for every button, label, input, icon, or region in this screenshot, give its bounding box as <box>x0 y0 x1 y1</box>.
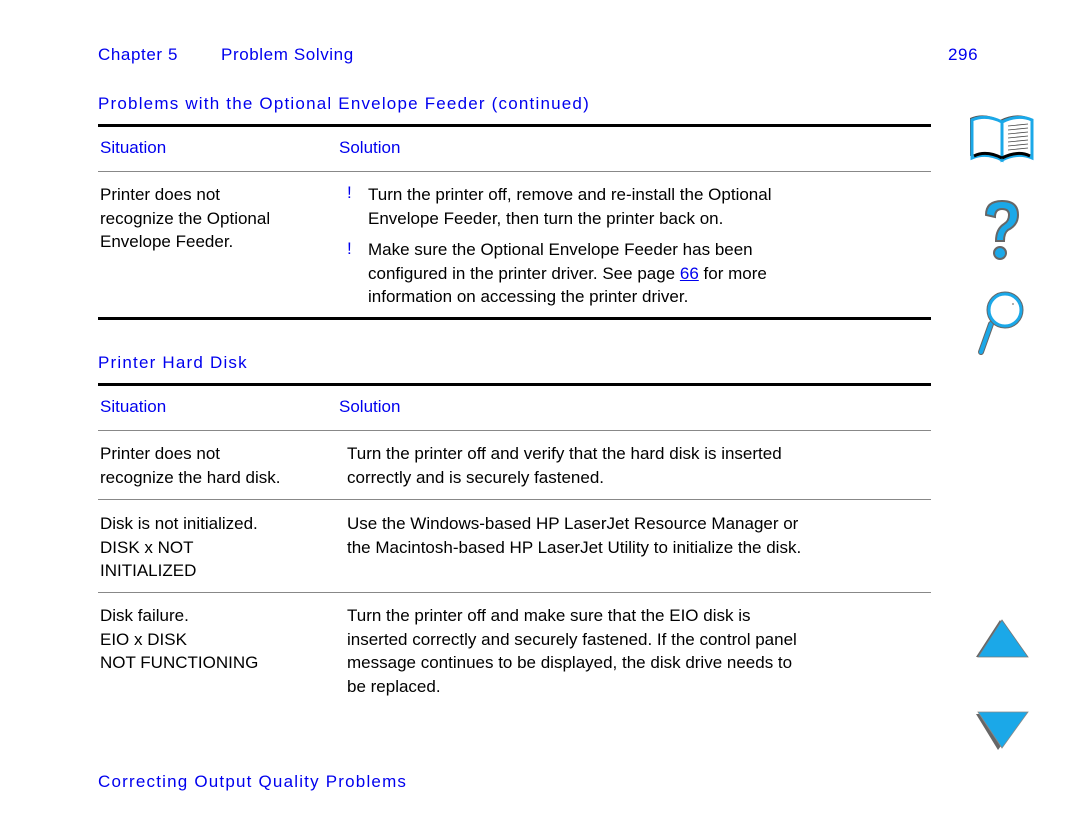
table-top-rule <box>98 124 931 127</box>
solution-cell: Turn the printer off and verify that the… <box>347 442 782 489</box>
situation-line: Printer does not <box>100 444 221 463</box>
chapter-label: Chapter 5 <box>98 45 179 64</box>
solution-line: configured in the printer driver. See pa… <box>368 262 767 286</box>
bullet-marker: ! <box>347 183 352 202</box>
situation-line: NOT FUNCTIONING <box>100 653 259 672</box>
next-page-arrow-icon[interactable] <box>974 710 1030 757</box>
page-66-link[interactable]: 66 <box>680 264 699 283</box>
solution-line: information on accessing the printer dri… <box>368 287 689 306</box>
next-section-link[interactable]: Correcting Output Quality Problems <box>98 772 407 792</box>
solution-text: configured in the printer driver. See pa… <box>368 263 680 283</box>
solution-text: for more <box>698 263 767 283</box>
column-header-solution: Solution <box>339 138 401 157</box>
table-top-rule <box>98 383 931 386</box>
solution-line: the Macintosh-based HP LaserJet Utility … <box>347 537 802 557</box>
column-header-solution: Solution <box>339 397 401 416</box>
page-number: 296 <box>948 45 979 64</box>
solution-line: Use the Windows-based HP LaserJet Resour… <box>347 514 799 533</box>
section-title-envelope-feeder: Problems with the Optional Envelope Feed… <box>98 94 590 113</box>
situation-line: Printer does not <box>100 185 221 204</box>
solution-line: correctly and is securely fastened. <box>347 467 605 487</box>
situation-line: Disk failure. <box>100 606 189 625</box>
chapter-title: Problem Solving <box>221 45 354 64</box>
help-question-icon[interactable] <box>978 197 1026 270</box>
book-icon[interactable] <box>966 112 1038 171</box>
solution-bullet: Turn the printer off, remove and re-inst… <box>368 183 771 230</box>
solution-cell: Turn the printer off and make sure that … <box>347 604 797 698</box>
situation-line: INITIALIZED <box>100 561 197 580</box>
situation-line: DISK x NOT <box>100 537 194 557</box>
situation-cell: Disk is not initialized. DISK x NOT INIT… <box>100 512 258 583</box>
column-header-situation: Situation <box>100 138 167 157</box>
solution-line: message continues to be displayed, the d… <box>347 653 793 672</box>
situation-line: recognize the Optional <box>100 208 271 228</box>
situation-cell: Printer does not recognize the hard disk… <box>100 442 281 489</box>
solution-bullet: Make sure the Optional Envelope Feeder h… <box>368 238 767 309</box>
section-title-printer-hard-disk: Printer Hard Disk <box>98 353 248 372</box>
situation-line: recognize the hard disk. <box>100 467 281 487</box>
bullet-marker: ! <box>347 239 352 258</box>
previous-page-arrow-icon[interactable] <box>974 618 1030 665</box>
row-divider <box>98 592 931 593</box>
solution-line: Turn the printer off and verify that the… <box>347 444 782 463</box>
row-divider <box>98 499 931 500</box>
solution-line: Make sure the Optional Envelope Feeder h… <box>368 240 753 259</box>
solution-line: Envelope Feeder, then turn the printer b… <box>368 208 724 228</box>
situation-line: Envelope Feeder. <box>100 232 234 251</box>
situation-cell: Disk failure. EIO x DISK NOT FUNCTIONING <box>100 604 258 675</box>
solution-line: Turn the printer off, remove and re-inst… <box>368 185 772 204</box>
solution-line: be replaced. <box>347 676 441 696</box>
column-header-situation: Situation <box>100 397 167 416</box>
situation-line: Disk is not initialized. <box>100 514 258 533</box>
situation-line: EIO x DISK <box>100 629 187 649</box>
solution-line: Turn the printer off and make sure that … <box>347 606 751 625</box>
table-bottom-rule <box>98 317 931 320</box>
situation-cell: Printer does not recognize the Optional … <box>100 183 270 254</box>
header-divider <box>98 171 931 172</box>
header-divider <box>98 430 931 431</box>
solution-line: inserted correctly and securely fastened… <box>347 629 797 649</box>
solution-cell: Use the Windows-based HP LaserJet Resour… <box>347 512 801 559</box>
search-magnifier-icon[interactable] <box>975 290 1031 361</box>
